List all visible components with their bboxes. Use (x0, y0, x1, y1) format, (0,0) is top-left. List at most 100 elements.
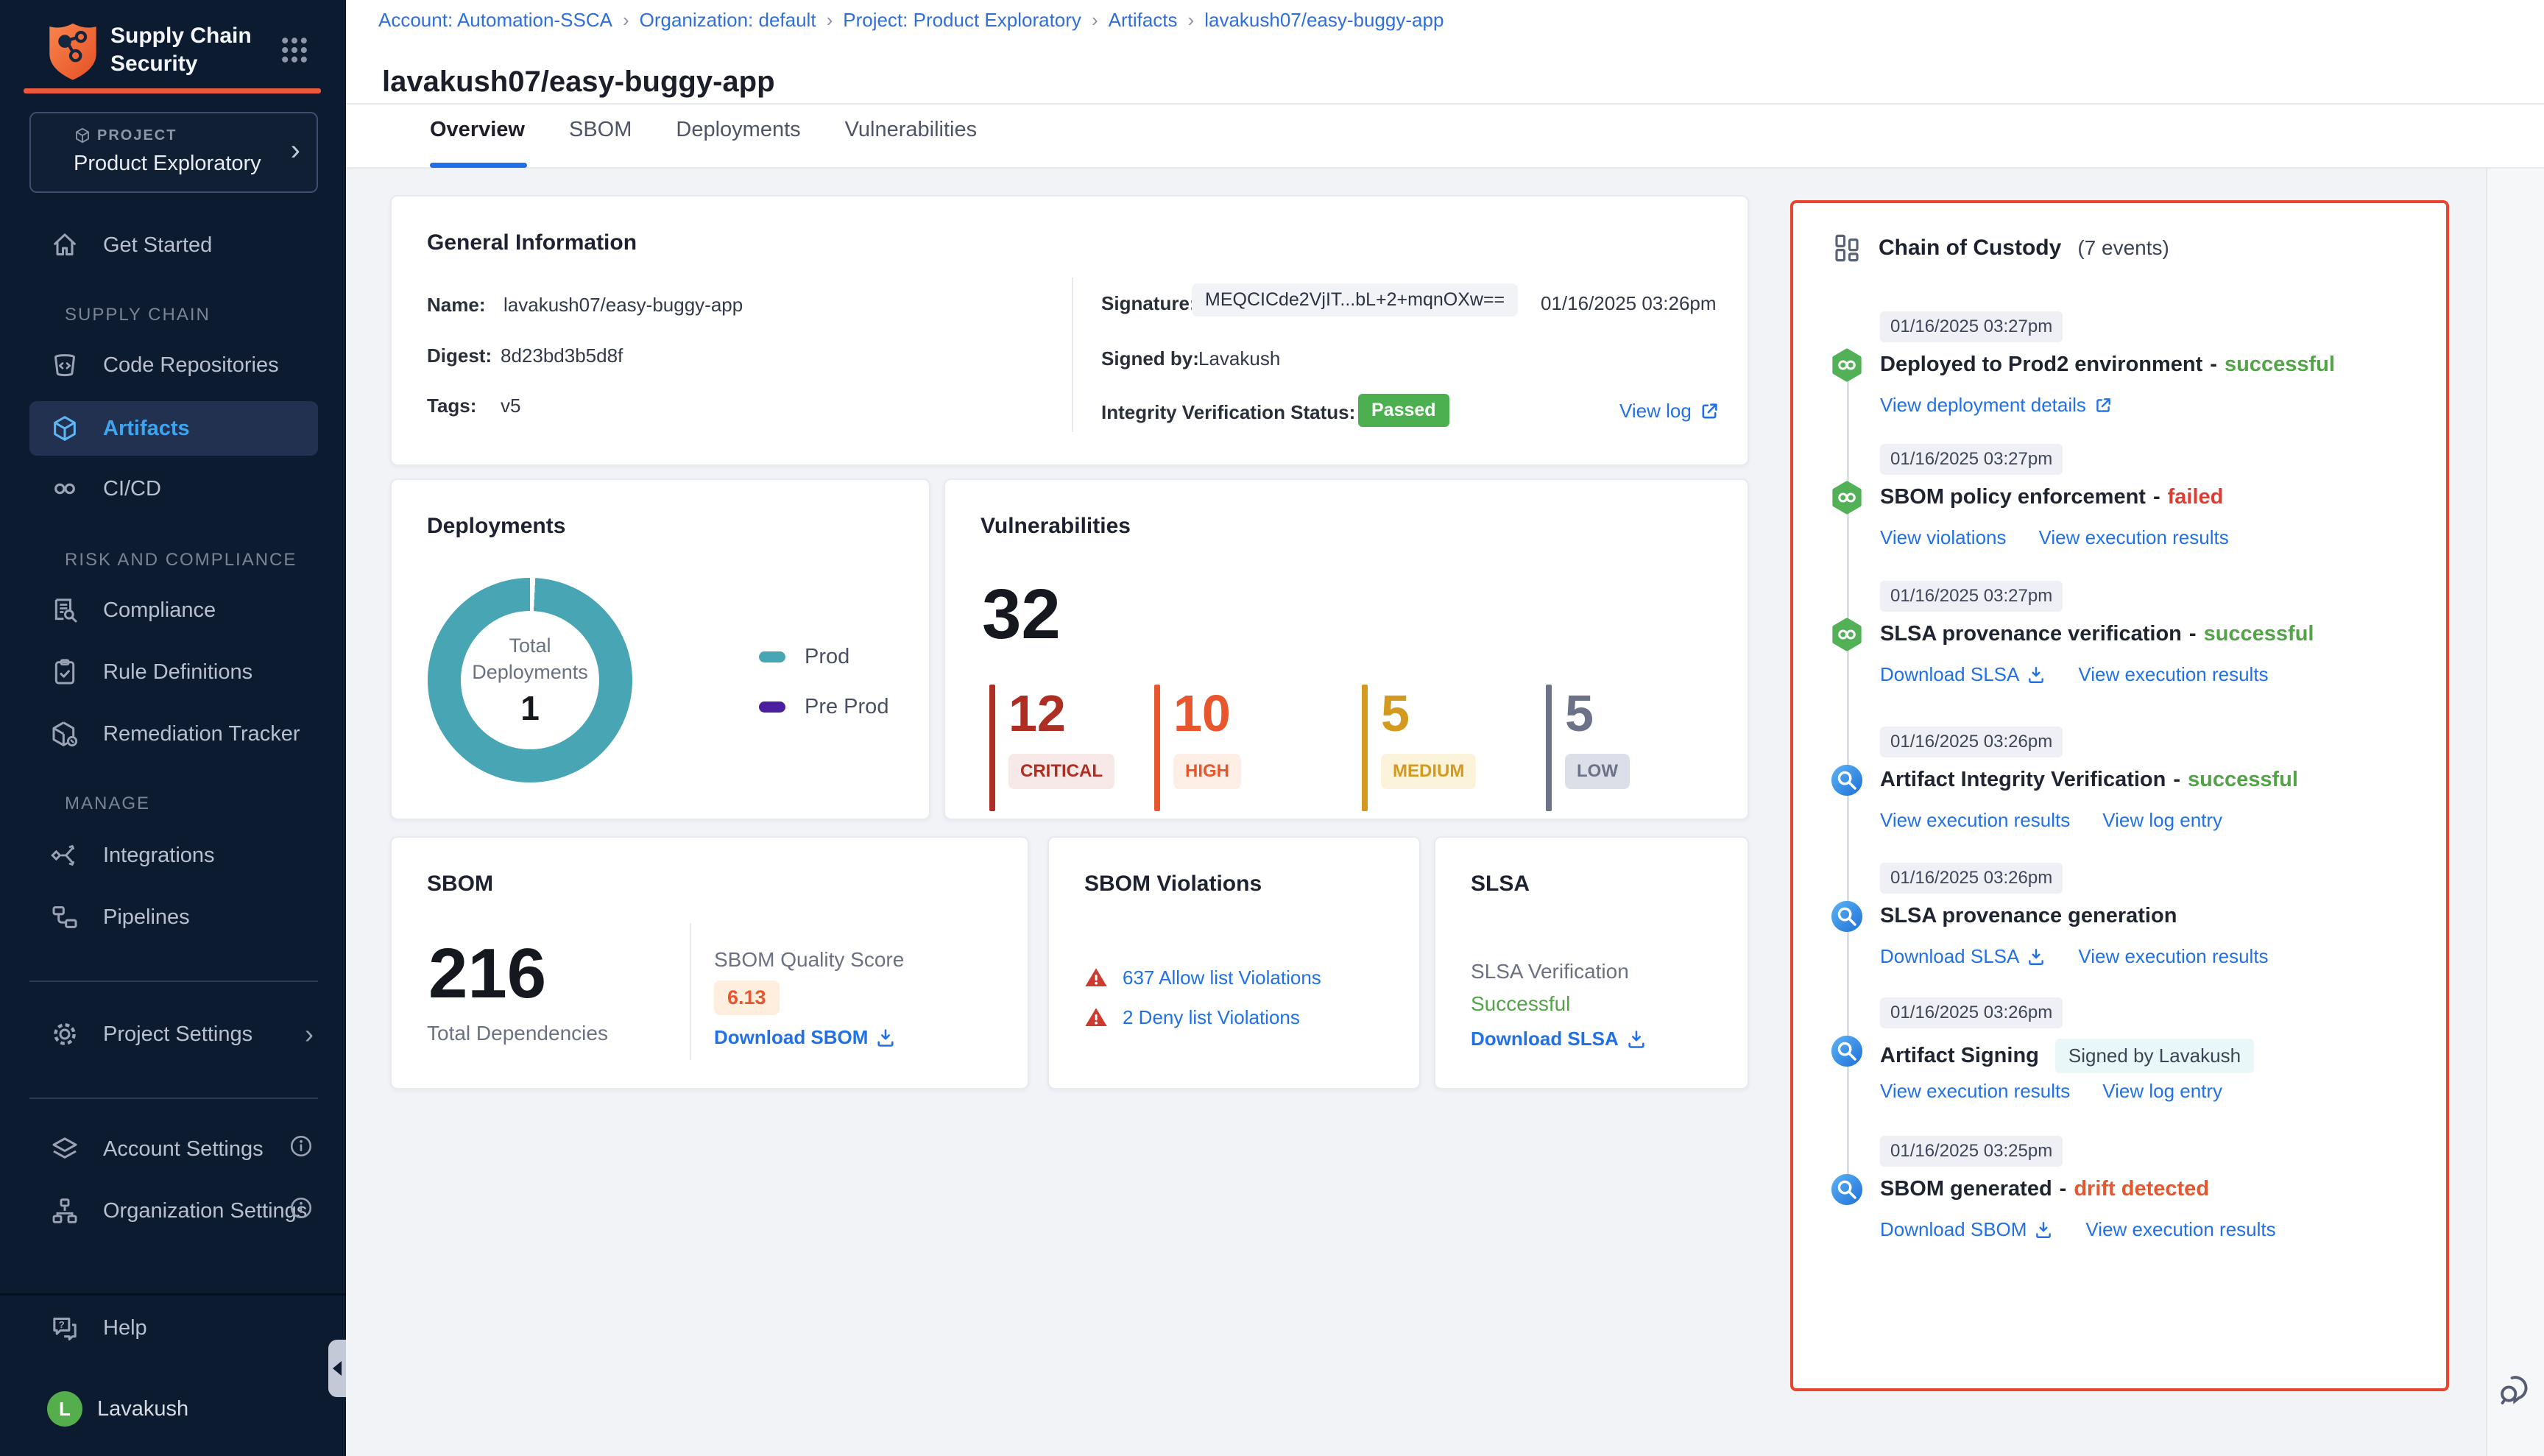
sidebar-item-code-repositories[interactable]: Code Repositories (0, 343, 346, 387)
view-execution-results-link[interactable]: View execution results (1880, 1080, 2070, 1103)
sidebar-item-get-started[interactable]: Get Started (0, 223, 346, 267)
view-log-entry-link[interactable]: View log entry (2102, 1080, 2222, 1103)
user-name: Lavakush (97, 1397, 188, 1421)
deployments-card: Deployments TotalDeployments 1 Prod 1 Pr… (390, 478, 930, 820)
breadcrumb-link-current[interactable]: lavakush07/easy-buggy-app (1204, 9, 1444, 32)
signed-by-label: Signed by: (1101, 347, 1199, 370)
download-slsa-link[interactable]: Download SLSA (1880, 663, 2046, 686)
deny-list-violations-row: 2 Deny list Violations (1084, 1006, 1300, 1029)
chain-event-2: 01/16/2025 03:27pm SBOM policy enforceme… (1793, 444, 2446, 475)
breadcrumb-link-organization[interactable]: Organization: default (640, 9, 816, 32)
view-execution-results-link[interactable]: View execution results (2078, 945, 2268, 968)
view-log-entry-link[interactable]: View log entry (2102, 809, 2222, 832)
sitemap-icon (1831, 233, 1862, 264)
signed-by-value: Lavakush (1198, 347, 1280, 370)
warning-triangle-icon (1084, 966, 1108, 989)
info-icon[interactable] (289, 1134, 314, 1165)
sbom-card: SBOM 216 Total Dependencies SBOM Quality… (390, 836, 1029, 1089)
allow-list-violations-link[interactable]: 637 Allow list Violations (1123, 966, 1321, 989)
code-repository-icon (49, 349, 81, 381)
feedback-chat-icon[interactable] (2497, 1369, 2535, 1407)
event-status: successful (2188, 768, 2298, 792)
card-title: General Information (427, 230, 637, 255)
sidebar-item-compliance[interactable]: Compliance (0, 588, 346, 632)
event-status: successful (2225, 353, 2335, 377)
event-title: SLSA provenance generation (1880, 904, 2177, 928)
external-link-icon (2094, 396, 2113, 415)
legend-item-pre-prod: Pre Prod 0 (759, 695, 921, 719)
sidebar-divider (29, 1098, 318, 1099)
view-execution-results-link[interactable]: View execution results (2039, 526, 2229, 549)
sidebar-item-help[interactable]: Help (0, 1306, 346, 1350)
breadcrumb-link-artifacts[interactable]: Artifacts (1109, 9, 1178, 32)
view-execution-results-link[interactable]: View execution results (2085, 1218, 2275, 1241)
active-tab-underline (430, 163, 527, 168)
view-deployment-details-link[interactable]: View deployment details (1880, 394, 2113, 417)
view-log-link[interactable]: View log (1619, 400, 1720, 423)
sidebar-item-cicd[interactable]: CI/CD (0, 467, 346, 511)
breadcrumb-link-account[interactable]: Account: Automation-SSCA (378, 9, 612, 32)
event-title: SLSA provenance verification (1880, 622, 2182, 646)
sidebar-item-artifacts[interactable]: Artifacts (29, 401, 318, 456)
event-timestamp: 01/16/2025 03:26pm (1880, 863, 2063, 894)
page-title: lavakush07/easy-buggy-app (382, 66, 775, 99)
tab-deployments[interactable]: Deployments (676, 118, 800, 149)
view-execution-results-link[interactable]: View execution results (2078, 663, 2268, 686)
sidebar-item-pipelines[interactable]: Pipelines (0, 895, 346, 939)
severity-critical: 12 CRITICAL (989, 685, 1114, 811)
download-sbom-link[interactable]: Download SBOM (714, 1026, 896, 1049)
signature-value[interactable]: MEQCICde2VjIT...bL+2+mqnOXw== (1192, 283, 1518, 317)
event-status: drift detected (2074, 1177, 2209, 1201)
pipeline-hexagon-icon (1830, 348, 1864, 382)
tab-sbom[interactable]: SBOM (569, 118, 632, 149)
severity-badge: HIGH (1173, 754, 1241, 789)
sidebar-item-remediation-tracker[interactable]: Remediation Tracker (0, 712, 346, 756)
chain-event-5: 01/16/2025 03:26pm SLSA provenance gener… (1793, 863, 2446, 894)
deny-list-violations-link[interactable]: 2 Deny list Violations (1123, 1006, 1300, 1029)
external-link-icon (1699, 401, 1720, 422)
card-vertical-divider (690, 923, 691, 1060)
breadcrumb-separator: › (623, 9, 629, 32)
sidebar-user[interactable]: L Lavakush (0, 1387, 346, 1431)
event-timestamp: 01/16/2025 03:26pm (1880, 997, 2063, 1028)
event-title: SBOM generated (1880, 1177, 2052, 1201)
sidebar-bottom-divider (0, 1293, 346, 1296)
sidebar-item-rule-definitions[interactable]: Rule Definitions (0, 650, 346, 694)
download-slsa-link[interactable]: Download SLSA (1471, 1028, 1647, 1050)
sidebar-item-project-settings[interactable]: Project Settings › (0, 1012, 346, 1056)
breadcrumb-separator: › (1092, 9, 1098, 32)
panel-title: Chain of Custody (1879, 236, 2061, 261)
card-title: SBOM (427, 872, 493, 897)
avatar: L (47, 1391, 82, 1427)
tab-vulnerabilities[interactable]: Vulnerabilities (845, 118, 977, 149)
module-grid-icon[interactable] (278, 34, 311, 66)
view-execution-results-link[interactable]: View execution results (1880, 809, 2070, 832)
card-vertical-divider (1072, 278, 1073, 432)
name-value: lavakush07/easy-buggy-app (504, 294, 743, 317)
sbom-violations-card: SBOM Violations 637 Allow list Violation… (1047, 836, 1421, 1089)
sidebar-item-integrations[interactable]: Integrations (0, 833, 346, 877)
download-sbom-link[interactable]: Download SBOM (1880, 1218, 2053, 1241)
card-title: Deployments (427, 514, 565, 539)
sbom-quality-score-value: 6.13 (714, 980, 780, 1015)
event-timestamp: 01/16/2025 03:27pm (1880, 444, 2063, 475)
breadcrumb-link-project[interactable]: Project: Product Exploratory (843, 9, 1081, 32)
help-chat-icon (49, 1312, 81, 1344)
sidebar-item-organization-settings[interactable]: Organization Settings (0, 1189, 346, 1233)
tags-value: v5 (501, 395, 520, 417)
card-title: SBOM Violations (1084, 872, 1262, 897)
sidebar-collapse-handle[interactable] (328, 1340, 346, 1397)
box-tag-icon (49, 718, 81, 750)
project-selector[interactable]: PROJECT Product Exploratory › (29, 112, 318, 193)
sidebar-item-account-settings[interactable]: Account Settings (0, 1127, 346, 1171)
digest-label: Digest: (427, 344, 492, 367)
info-icon[interactable] (289, 1195, 314, 1226)
severity-medium: 5 MEDIUM (1362, 685, 1476, 811)
project-label: PROJECT (74, 127, 177, 144)
tab-overview[interactable]: Overview (430, 118, 525, 149)
download-slsa-link[interactable]: Download SLSA (1880, 945, 2046, 968)
view-violations-link[interactable]: View violations (1880, 526, 2007, 549)
chain-of-custody-panel: Chain of Custody (7 events) 01/16/2025 0… (1790, 200, 2449, 1391)
pipelines-icon (49, 901, 81, 933)
pipeline-hexagon-icon (1830, 481, 1864, 515)
